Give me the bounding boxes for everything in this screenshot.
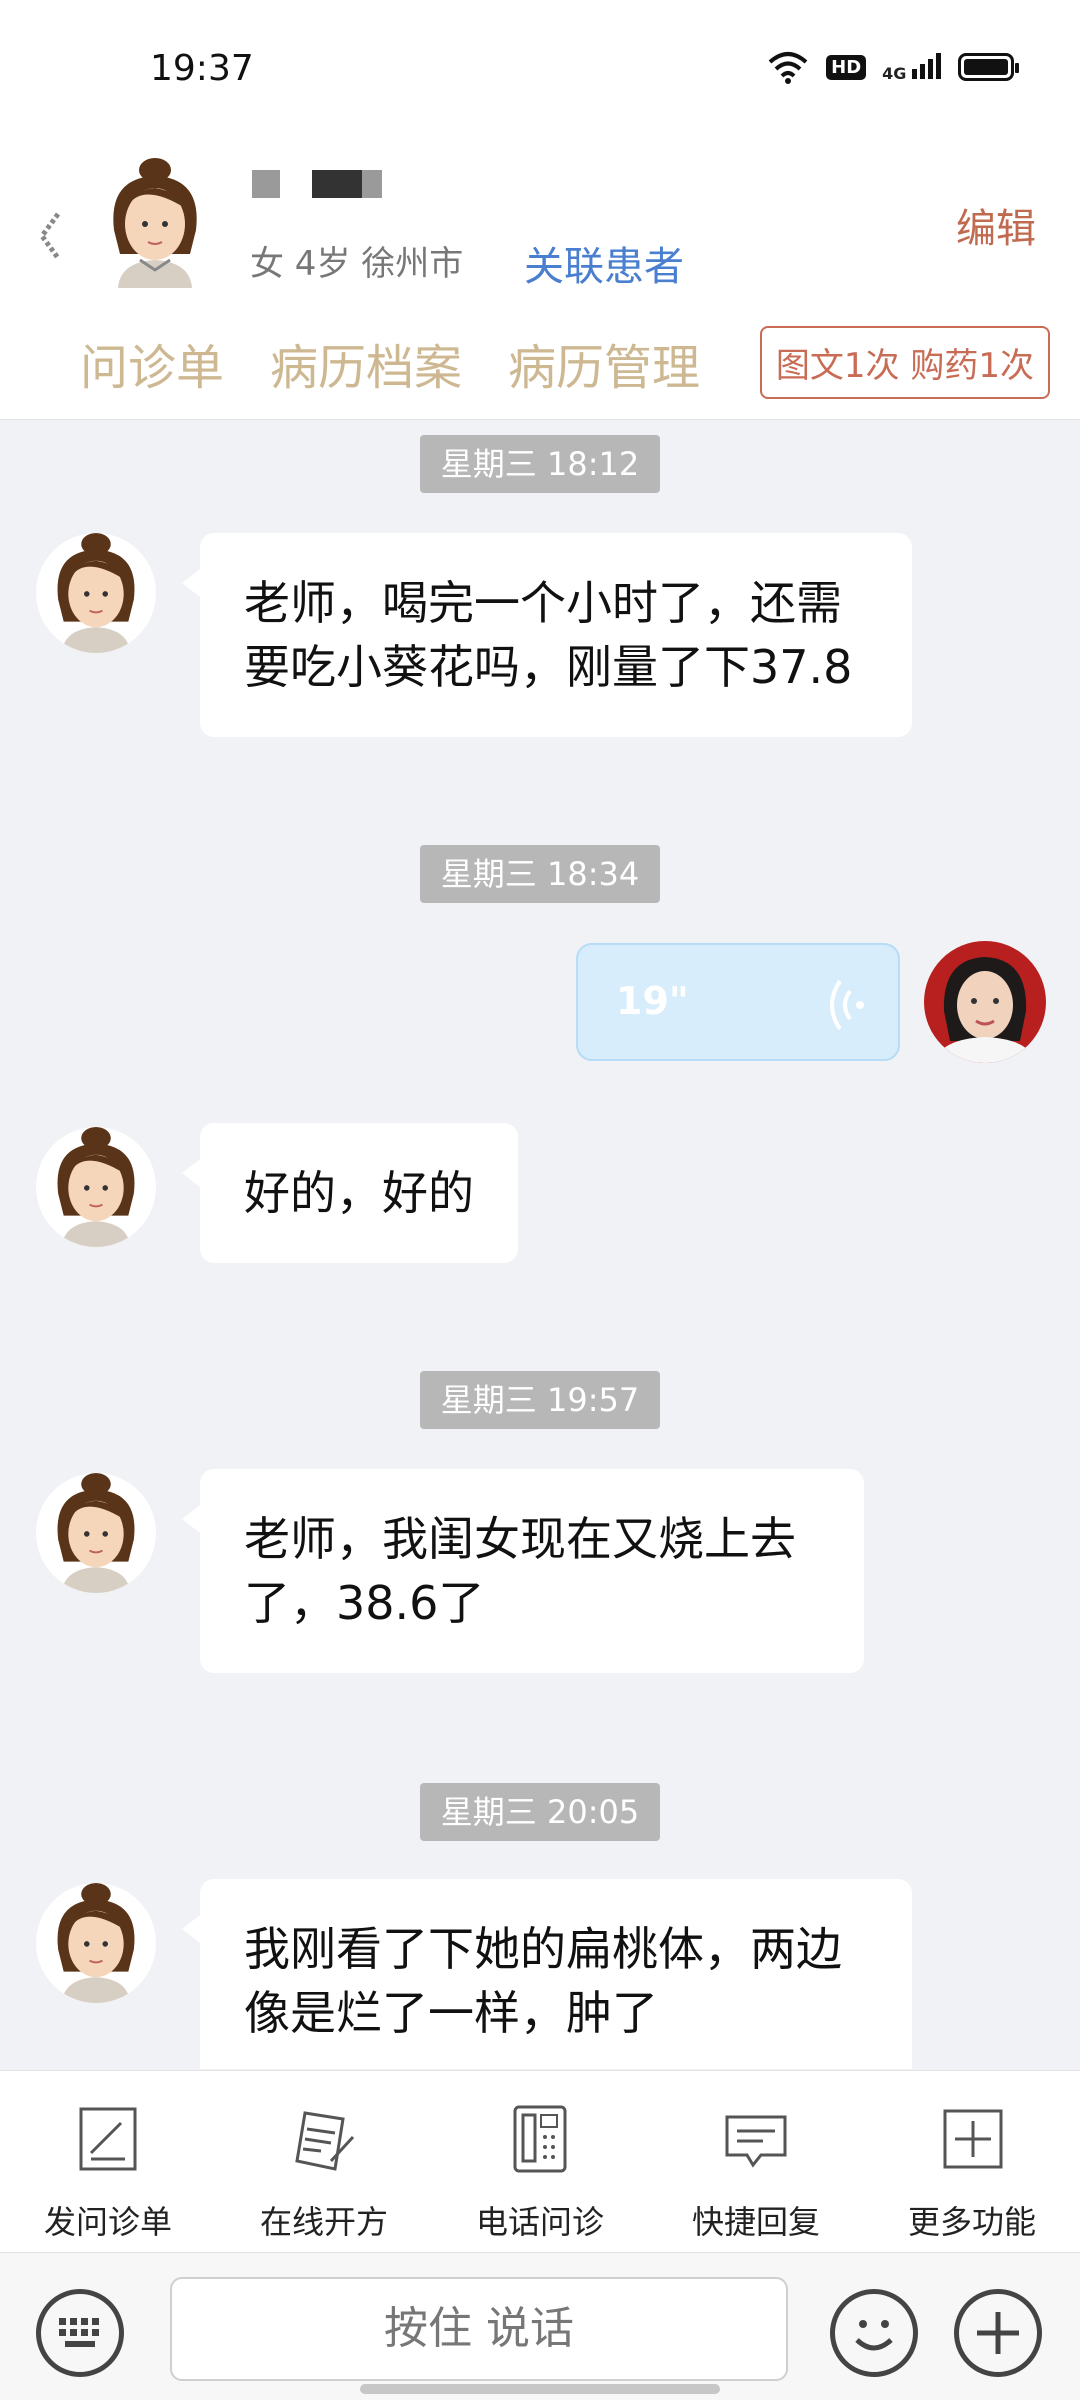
tab-consultation-form[interactable]: 问诊单 xyxy=(80,328,224,398)
hold-to-talk-button[interactable]: 按住 说话 xyxy=(170,2277,788,2381)
timestamp: 星期三 20:05 xyxy=(420,1783,660,1841)
battery-icon xyxy=(958,53,1019,81)
incoming-message[interactable]: 我刚看了下她的扁桃体，两边像是烂了一样，肿了 xyxy=(182,1879,912,2069)
patient-name-redacted xyxy=(252,170,382,198)
timestamp: 星期三 18:12 xyxy=(420,435,660,493)
incoming-message[interactable]: 老师，喝完一个小时了，还需要吃小葵花吗，刚量了下37.8 xyxy=(182,533,912,737)
more-functions-button[interactable]: 更多功能 xyxy=(882,2103,1062,2243)
quick-reply-button[interactable]: 快捷回复 xyxy=(666,2103,846,2243)
voice-message[interactable]: 19" xyxy=(576,943,900,1061)
input-bar: 按住 说话 xyxy=(0,2252,1080,2400)
link-patient-button[interactable]: 关联患者 xyxy=(524,234,684,292)
patient-avatar[interactable] xyxy=(36,533,156,653)
online-prescription-button[interactable]: 在线开方 xyxy=(234,2103,414,2243)
function-toolbar: 发问诊单 在线开方 电话问诊 快捷回复 更多功能 xyxy=(0,2070,1080,2252)
incoming-message[interactable]: 老师，我闺女现在又烧上去了，38.6了 xyxy=(182,1469,864,1673)
patient-avatar[interactable] xyxy=(36,1127,156,1247)
prescription-icon xyxy=(295,2111,355,2171)
chat-area[interactable]: 星期三 18:12 老师，喝完一个小时了，还需要吃小葵花吗，刚量了下37.8 星… xyxy=(0,421,1080,2069)
back-icon[interactable] xyxy=(32,200,72,270)
patient-header: 女 4岁 徐州市 关联患者 编辑 问诊单 病历档案 病历管理 图文1次 购药1次 xyxy=(0,140,1080,420)
service-badge[interactable]: 图文1次 购药1次 xyxy=(759,326,1050,399)
status-icons: HD 4G xyxy=(766,50,1019,84)
timestamp: 星期三 18:34 xyxy=(420,845,660,903)
voice-wave-icon xyxy=(830,979,864,1031)
tool-label: 更多功能 xyxy=(907,2203,1036,2241)
tool-label: 电话问诊 xyxy=(475,2203,604,2241)
doctor-avatar[interactable] xyxy=(924,941,1046,1063)
edit-button[interactable]: 编辑 xyxy=(956,196,1036,254)
tab-medical-records[interactable]: 病历档案 xyxy=(270,328,462,398)
incoming-message[interactable]: 好的，好的 xyxy=(182,1123,518,1263)
home-indicator[interactable] xyxy=(360,2384,720,2394)
hd-icon: HD xyxy=(826,54,867,80)
phone-icon xyxy=(513,2105,567,2173)
tab-record-management[interactable]: 病历管理 xyxy=(508,328,700,398)
patient-avatar[interactable] xyxy=(100,158,210,288)
timestamp: 星期三 19:57 xyxy=(420,1371,660,1429)
header-tabs: 问诊单 病历档案 病历管理 xyxy=(80,328,700,398)
wifi-icon xyxy=(768,52,808,84)
more-icon xyxy=(943,2109,1003,2169)
status-bar: 19:37 HD 4G xyxy=(0,0,1080,140)
tool-label: 在线开方 xyxy=(259,2203,388,2241)
patient-avatar[interactable] xyxy=(36,1883,156,2003)
quick-reply-icon xyxy=(725,2115,787,2168)
voice-duration: 19" xyxy=(616,979,689,1023)
status-time: 19:37 xyxy=(150,48,254,89)
emoji-icon[interactable] xyxy=(830,2289,918,2377)
keyboard-toggle-icon[interactable] xyxy=(36,2289,124,2377)
form-icon xyxy=(79,2107,137,2171)
tool-label: 快捷回复 xyxy=(691,2203,820,2241)
phone-consultation-button[interactable]: 电话问诊 xyxy=(450,2103,630,2243)
patient-info: 女 4岁 徐州市 xyxy=(250,244,464,284)
send-form-button[interactable]: 发问诊单 xyxy=(18,2103,198,2243)
tool-label: 发问诊单 xyxy=(43,2203,172,2241)
signal-4g-icon: 4G xyxy=(882,52,942,82)
patient-avatar[interactable] xyxy=(36,1473,156,1593)
plus-icon[interactable] xyxy=(954,2289,1042,2377)
